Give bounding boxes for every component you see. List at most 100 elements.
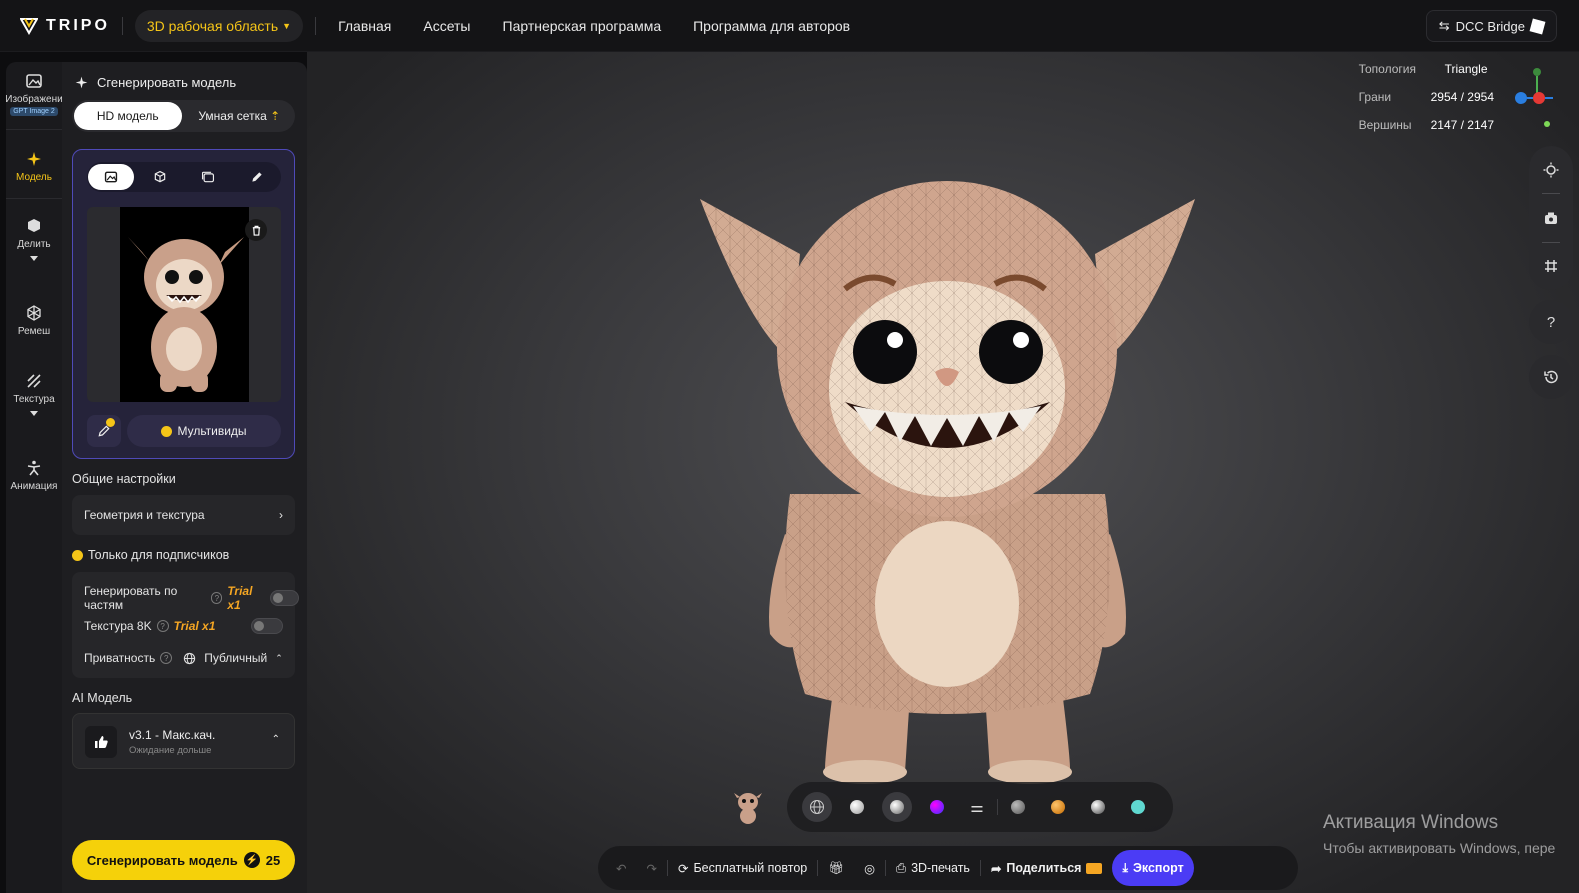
sun-icon xyxy=(1543,162,1559,178)
lighting-button[interactable] xyxy=(1529,146,1573,193)
geometry-texture-row[interactable]: Геометрия и текстура › xyxy=(72,495,295,535)
material-orange-button[interactable] xyxy=(1038,787,1078,827)
camera-icon xyxy=(1545,212,1557,224)
verts-stat: Вершины 2147 / 2147 xyxy=(1359,118,1494,132)
grid-button[interactable] xyxy=(1529,243,1573,290)
reference-image xyxy=(120,207,249,402)
multiview-button[interactable]: Мультивиды xyxy=(127,415,281,447)
rail-item-texture[interactable]: Текстура xyxy=(6,372,62,416)
trash-icon xyxy=(252,225,260,236)
gift-button[interactable]: 🎁︎ xyxy=(818,850,854,886)
tab-single-image[interactable] xyxy=(88,164,135,190)
generate-label: Сгенерировать модель xyxy=(86,852,238,868)
generate-model-button[interactable]: Сгенерировать модель ⚡ 25 xyxy=(72,840,295,880)
material-cyan-button[interactable] xyxy=(1118,787,1158,827)
render-mode-bar: ⚌ xyxy=(787,782,1173,832)
share-button[interactable]: ➦ Поделиться xyxy=(981,850,1113,886)
rail-item-images[interactable]: Изображени GPT Image 2 xyxy=(5,72,63,116)
3d-viewport[interactable]: Топология Triangle Грани 2954 / 2954 Верши… xyxy=(307,52,1579,893)
help-button[interactable]: ? xyxy=(1529,300,1573,344)
redo-button[interactable]: ↷ xyxy=(636,850,666,886)
faces-key: Грани xyxy=(1358,90,1392,104)
orange-sphere-icon xyxy=(1051,800,1065,814)
normal-mode-button[interactable] xyxy=(917,787,957,827)
retry-icon: ⟳ xyxy=(677,861,689,876)
image-icon xyxy=(105,171,118,183)
rail-item-model[interactable]: Модель xyxy=(6,150,62,183)
watermark-line2: Чтобы активировать Windows, пере xyxy=(1323,840,1556,856)
generate-panel: Сгенерировать модель HD модель Умная сет… xyxy=(62,62,307,893)
rail-item-remesh[interactable]: Ремеш xyxy=(6,304,62,337)
edit-image-button[interactable] xyxy=(87,415,121,447)
smart-mesh-label: Умная сетка xyxy=(198,109,267,123)
texture-8k-row: Текстура 8K ? Trial x1 xyxy=(84,618,283,634)
axis-gizmo[interactable] xyxy=(1509,64,1559,134)
history-icon xyxy=(1544,370,1558,384)
export-button[interactable]: ⤓ Экспорт xyxy=(1112,850,1194,886)
hd-model-option[interactable]: HD модель xyxy=(74,102,182,130)
tab-multi-image[interactable] xyxy=(185,164,231,190)
privacy-dropdown[interactable]: Публичный ⌃ xyxy=(183,651,283,665)
image-icon xyxy=(26,74,42,88)
crown-coin-icon xyxy=(161,425,173,437)
gpt-image-badge: GPT Image 2 xyxy=(10,107,58,116)
tripo-logo[interactable]: TRIPO xyxy=(20,17,110,35)
multiview-label: Мультивиды xyxy=(177,424,247,438)
nav-home[interactable]: Главная xyxy=(338,18,391,34)
clay-mode-button[interactable] xyxy=(837,787,877,827)
export-label: Экспорт xyxy=(1132,861,1184,875)
privacy-label: Приватность xyxy=(84,651,156,665)
model-mode-switch: HD модель Умная сетка ⇡ xyxy=(72,100,295,132)
cube-icon xyxy=(154,170,165,183)
tab-sketch[interactable] xyxy=(234,164,280,190)
adjust-settings-button[interactable]: ⚌ xyxy=(957,787,997,827)
3d-model[interactable] xyxy=(695,174,1215,794)
delete-image-button[interactable] xyxy=(245,219,267,241)
texture-8k-toggle[interactable] xyxy=(251,618,283,634)
tab-3d-input[interactable] xyxy=(137,164,183,190)
texture-8k-trial: Trial x1 xyxy=(173,619,216,633)
divider xyxy=(6,198,62,199)
input-mode-tabs xyxy=(87,162,281,192)
material-gray-button[interactable] xyxy=(998,787,1038,827)
nav-affiliate[interactable]: Партнерская программа xyxy=(503,18,662,34)
wireframe-mode-button[interactable] xyxy=(797,787,837,827)
smart-mesh-option[interactable]: Умная сетка ⇡ xyxy=(186,102,294,130)
ar-view-button[interactable]: ◎ xyxy=(854,850,885,886)
ai-model-label: AI Модель xyxy=(72,691,133,705)
help-icon[interactable]: ? xyxy=(156,620,169,632)
nav-assets[interactable]: Ассеты xyxy=(423,18,470,34)
rail-images-label: Изображени xyxy=(5,94,63,105)
undo-button[interactable]: ↶ xyxy=(606,850,636,886)
textured-mode-button[interactable] xyxy=(877,787,917,827)
3d-print-button[interactable]: ⎙ 3D-печать xyxy=(886,850,980,886)
main-nav: Главная Ассеты Партнерская программа Про… xyxy=(338,18,850,34)
normal-sphere-icon xyxy=(930,800,944,814)
workspace-label: 3D рабочая область xyxy=(146,17,279,34)
cyan-sphere-icon xyxy=(1131,800,1145,814)
rail-item-split[interactable]: Делить xyxy=(6,217,62,261)
input-image-preview[interactable] xyxy=(87,207,281,402)
gen-parts-toggle[interactable] xyxy=(269,590,299,606)
left-rail: Изображени GPT Image 2 Модель Делить Рем… xyxy=(5,62,63,893)
history-button[interactable] xyxy=(1529,355,1573,399)
upgrade-arrow-icon: ⇡ xyxy=(270,109,281,123)
bottom-action-bar: ↶ ↷ ⟳ Бесплатный повтор 🎁︎ ◎ ⎙ 3D-печать… xyxy=(598,846,1298,890)
gray-sphere-icon xyxy=(1011,800,1025,814)
workspace-dropdown[interactable]: 3D рабочая область ▼ xyxy=(134,9,304,42)
dcc-bridge-button[interactable]: ⇆ DCC Bridge xyxy=(1425,10,1557,42)
ai-model-selector[interactable]: v3.1 - Макс.кач. Ожидание дольше ⌃ xyxy=(72,713,295,769)
nav-creators[interactable]: Программа для авторов xyxy=(693,18,850,34)
verts-value: 2147 / 2147 xyxy=(1430,118,1494,132)
model-thumbnail[interactable] xyxy=(733,790,763,824)
free-retry-button[interactable]: ⟳ Бесплатный повтор xyxy=(668,850,817,886)
rail-item-animation[interactable]: Анимация xyxy=(6,459,62,492)
subscriber-options: Генерировать по частям ? Trial x1 Тексту… xyxy=(72,572,299,678)
help-icon[interactable]: ? xyxy=(160,652,173,664)
material-metal-button[interactable] xyxy=(1078,787,1118,827)
ai-model-sub: Ожидание дольше xyxy=(129,745,212,756)
help-icon[interactable]: ? xyxy=(211,592,223,604)
cube-split-icon xyxy=(28,219,40,232)
camera-button[interactable] xyxy=(1529,194,1573,241)
panel-title: Сгенерировать модель xyxy=(74,75,236,90)
